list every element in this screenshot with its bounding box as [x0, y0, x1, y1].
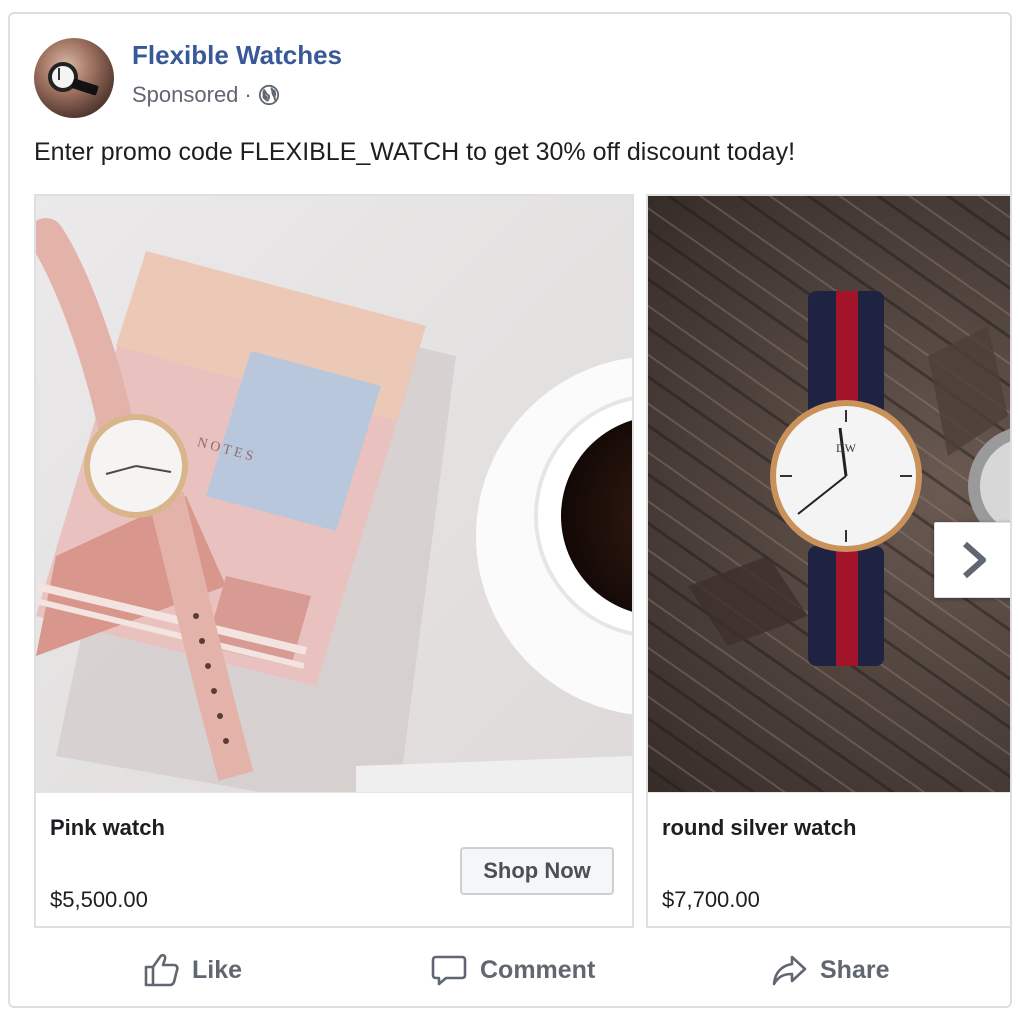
share-button[interactable]: Share: [770, 942, 889, 998]
product-info: round silver watch $7,700.00: [648, 792, 1010, 926]
product-image-round-silver-watch[interactable]: DW: [648, 196, 1010, 792]
globe-icon[interactable]: [258, 84, 280, 106]
carousel-item[interactable]: NOTES Pink watch $5,500.00 Shop Now: [34, 194, 634, 928]
sponsored-post-card: Flexible Watches Sponsored · Enter promo…: [8, 12, 1012, 1008]
page-name-link[interactable]: Flexible Watches: [132, 40, 342, 71]
product-carousel[interactable]: NOTES Pink watch $5,500.00 Shop Now DW r…: [34, 194, 1010, 928]
thumbs-up-icon: [144, 953, 179, 987]
silver-watch-photo: DW: [648, 196, 1010, 792]
comment-label: Comment: [480, 955, 596, 984]
chevron-right-icon: [963, 541, 986, 579]
like-label: Like: [192, 955, 243, 984]
product-title[interactable]: Pink watch: [50, 815, 165, 841]
share-label: Share: [820, 955, 890, 984]
shop-now-button[interactable]: Shop Now: [460, 847, 614, 895]
product-price: $7,700.00: [662, 887, 760, 912]
pink-watch-photo: NOTES: [36, 196, 632, 792]
avatar-watch-strap: [71, 78, 99, 96]
comment-button[interactable]: Comment: [430, 942, 595, 998]
comment-icon: [431, 955, 467, 986]
sponsored-label[interactable]: Sponsored: [132, 82, 238, 108]
meta-separator: ·: [244, 82, 252, 107]
post-text: Enter promo code FLEXIBLE_WATCH to get 3…: [34, 138, 796, 166]
svg-text:DW: DW: [836, 441, 857, 455]
like-button[interactable]: Like: [142, 942, 242, 998]
page-avatar[interactable]: [34, 38, 114, 118]
carousel-next-button[interactable]: [934, 522, 1010, 598]
product-image-pink-watch[interactable]: NOTES: [36, 196, 632, 792]
product-title[interactable]: round silver watch: [662, 815, 856, 841]
avatar-watch-hand: [58, 68, 60, 80]
share-icon: [772, 955, 807, 986]
post-meta: Sponsored ·: [132, 82, 280, 108]
product-info: Pink watch $5,500.00 Shop Now: [36, 792, 632, 926]
post-header: Flexible Watches Sponsored ·: [34, 38, 934, 122]
post-action-bar: Like Comment Share: [10, 942, 1010, 998]
product-price: $5,500.00: [50, 887, 148, 912]
